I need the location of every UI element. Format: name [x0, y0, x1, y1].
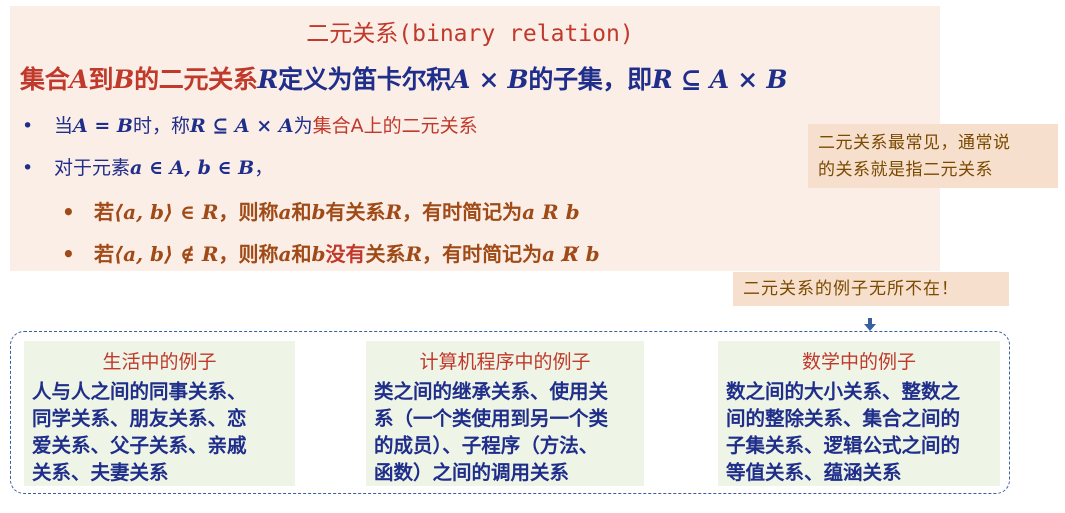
set-B: B: [113, 65, 135, 94]
note-line-2: 的关系就是指二元关系: [818, 160, 993, 180]
cartesian-product: A × B: [450, 65, 529, 94]
sub1-shorthand: a R b: [522, 200, 580, 224]
definition-text-2: 到: [88, 65, 114, 94]
set-A: A: [69, 65, 89, 94]
bullet1-highlight: 集合A上的二元关系: [312, 115, 478, 137]
example-line: 系（一个类使用到另一个类: [374, 407, 609, 430]
everywhere-note: 二元关系的例子无所不在！: [733, 272, 1009, 306]
common-relation-note: 二元关系最常见，通常说 的关系就是指二元关系: [808, 124, 1058, 188]
sub1-text-2: ，则称: [218, 200, 279, 224]
sub2-b: b: [311, 242, 326, 266]
sub1-text-3: 和: [291, 200, 312, 224]
bullet-same-set: • 当A = B时，称R ⊆ A × A为集合A上的二元关系: [22, 111, 478, 138]
definition-text-1: 集合: [20, 65, 70, 94]
relation-R: R: [257, 65, 279, 94]
sub2-text-3: 和: [291, 242, 312, 266]
bullet1-text-3: 为: [293, 115, 313, 137]
bullet-icon: •: [22, 115, 34, 137]
example-card-title: 计算机程序中的例子: [419, 351, 591, 373]
sub1-text-4: 有关系: [325, 200, 386, 224]
bullet-icon: •: [62, 200, 75, 224]
bullet2-expression: a ∈ A, b ∈ B: [130, 157, 255, 179]
bullet-icon: •: [62, 242, 75, 266]
definition-text-4: 定义为笛卡尔积: [278, 65, 451, 94]
example-line: 数之间的大小关系、整数之: [726, 380, 961, 403]
sub-bullet-related: • 若⟨a, b⟩ ∈ R，则称a和b有关系R，有时简记为a R b: [62, 196, 580, 225]
definition-headline: 集合A到B的二元关系R定义为笛卡尔积A × B的子集，即R ⊆ A × B: [20, 60, 788, 96]
sub2-a: a: [278, 242, 292, 266]
bullet1-expression: R ⊆ A × A: [189, 115, 294, 137]
sub2-negation: 没有: [325, 242, 366, 266]
bullet-elements: • 对于元素a ∈ A, b ∈ B，: [22, 153, 273, 180]
sub1-text-1: 若: [94, 200, 114, 224]
example-line: 同学关系、朋友关系、恋: [32, 407, 247, 430]
bullet-icon: •: [22, 157, 34, 179]
example-line: 子集关系、逻辑公式之间的: [726, 434, 961, 457]
example-line: 爱关系、父子关系、亲戚: [32, 434, 247, 457]
example-line: 函数）之间的调用关系: [374, 461, 570, 484]
note-line-1: 二元关系最常见，通常说: [818, 133, 1011, 153]
bullet2-text-1: 对于元素: [54, 157, 131, 179]
sub2-text-1: 若: [94, 242, 114, 266]
example-card-body: 人与人之间的同事关系、 同学关系、朋友关系、恋 爱关系、父子关系、亲戚 关系、夫…: [32, 378, 287, 486]
sub-bullet-unrelated: • 若⟨a, b⟩ ∉ R，则称a和b没有关系R，有时简记为a R̸ b: [62, 238, 600, 267]
sub2-text-4: 关系: [365, 242, 406, 266]
example-card-math: 数学中的例子 数之间的大小关系、整数之 间的整除关系、集合之间的 子集关系、逻辑…: [718, 341, 1000, 486]
sub1-text-5: ，有时简记为: [402, 200, 523, 224]
bullet2-text-2: ，: [254, 157, 274, 179]
sub1-R: R: [385, 200, 403, 224]
sub1-b: b: [311, 200, 326, 224]
bullet1-text-1: 当: [54, 115, 74, 137]
bullet1-equality: A = B: [73, 115, 133, 137]
example-card-body: 数之间的大小关系、整数之 间的整除关系、集合之间的 子集关系、逻辑公式之间的 等…: [726, 378, 992, 486]
example-line: 等值关系、蕴涵关系: [726, 461, 902, 484]
sub1-expression: ⟨a, b⟩ ∈ R: [114, 200, 219, 224]
sub2-R: R: [405, 242, 423, 266]
example-line: 间的整除关系、集合之间的: [726, 407, 961, 430]
example-line: 的成员）、子程序（方法、: [374, 434, 599, 457]
sub2-expression: ⟨a, b⟩ ∉ R: [114, 242, 219, 266]
bullet1-text-2: 时，称: [132, 115, 190, 137]
definition-text-5: 的子集，即: [528, 65, 652, 94]
example-card-title: 生活中的例子: [102, 351, 217, 373]
example-card-life: 生活中的例子 人与人之间的同事关系、 同学关系、朋友关系、恋 爱关系、父子关系、…: [24, 341, 295, 486]
example-line: 类之间的继承关系、使用关: [374, 380, 609, 403]
example-card-title: 数学中的例子: [801, 351, 916, 373]
definition-text-3: 的二元关系: [134, 65, 258, 94]
example-card-body: 类之间的继承关系、使用关 系（一个类使用到另一个类 的成员）、子程序（方法、 函…: [374, 378, 636, 486]
example-line: 关系、夫妻关系: [32, 461, 169, 484]
example-line: 人与人之间的同事关系、: [32, 380, 247, 403]
slide-title: 二元关系(binary relation): [306, 21, 634, 47]
sub2-text-2: ，则称: [218, 242, 279, 266]
sub1-a: a: [278, 200, 292, 224]
sub2-text-5: ，有时简记为: [422, 242, 543, 266]
down-arrow-icon: [864, 318, 876, 331]
example-card-programming: 计算机程序中的例子 类之间的继承关系、使用关 系（一个类使用到另一个类 的成员）…: [366, 341, 644, 486]
sub2-shorthand: a R̸ b: [542, 242, 600, 266]
subset-expression: R ⊆ A × B: [651, 65, 788, 94]
